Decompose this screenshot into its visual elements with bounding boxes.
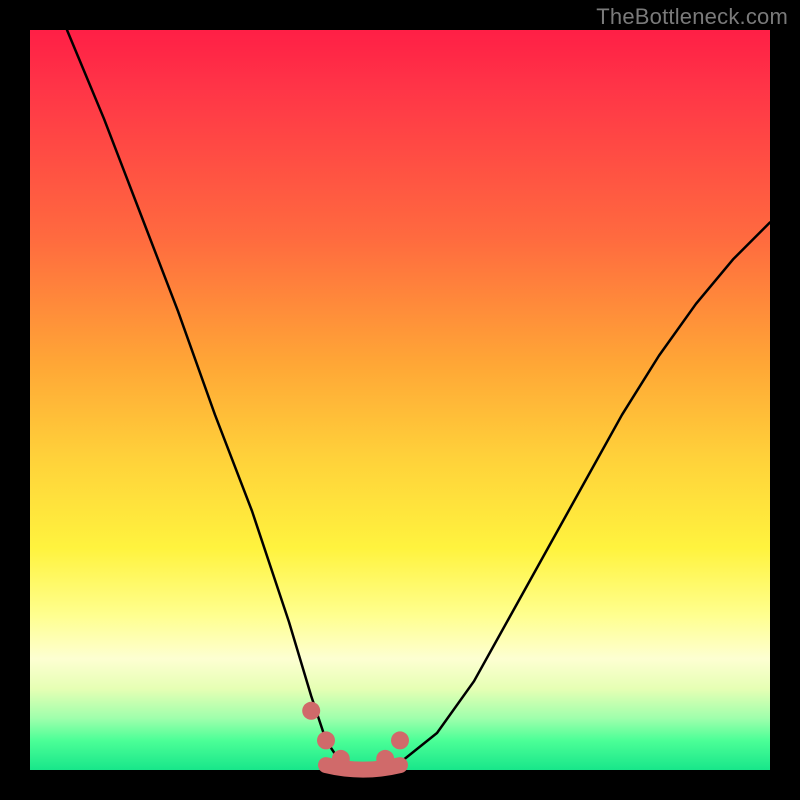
curve-marker (391, 731, 409, 749)
curve-marker (376, 750, 394, 768)
curve-marker (302, 702, 320, 720)
marker-layer (302, 702, 409, 768)
curve-marker (332, 750, 350, 768)
chart-svg (30, 30, 770, 770)
chart-outer-frame: TheBottleneck.com (0, 0, 800, 800)
bottleneck-curve-path (67, 30, 770, 770)
chart-plot-area (30, 30, 770, 770)
curve-layer (67, 30, 770, 770)
curve-marker (317, 731, 335, 749)
watermark-text: TheBottleneck.com (596, 4, 788, 30)
